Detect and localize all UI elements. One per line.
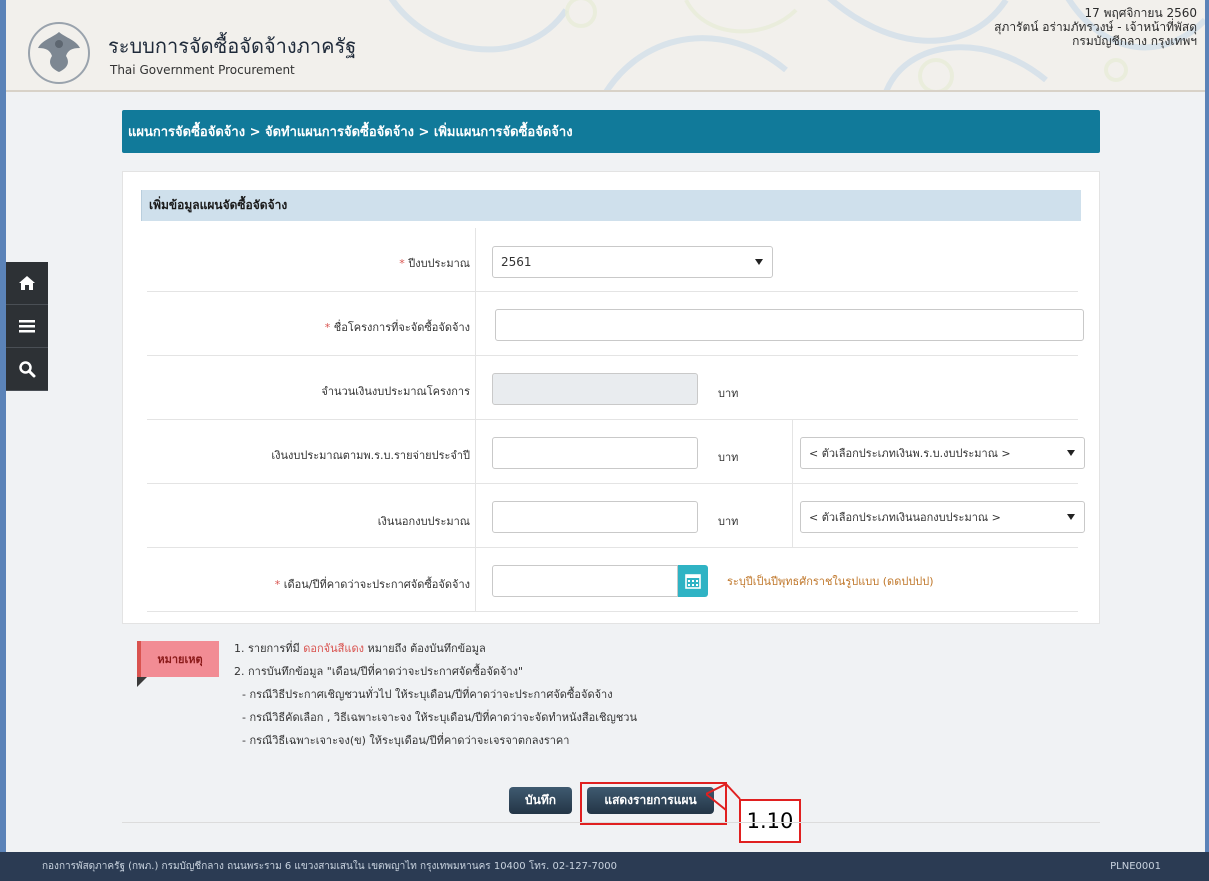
annual-budget-label: เงินงบประมาณตามพ.ร.บ.รายจ่ายประจำปี — [271, 449, 470, 462]
app-title-thai: ระบบการจัดซื้อจัดจ้างภาครัฐ — [108, 34, 357, 58]
search-icon — [19, 361, 36, 378]
annual-budget-input[interactable] — [492, 437, 698, 469]
annual-budget-unit-label: บาท — [718, 451, 739, 464]
announce-month-row: * เดือน/ปีที่คาดว่าจะประกาศจัดซื้อจัดจ้า… — [147, 548, 1078, 612]
header: ระบบการจัดซื้อจัดจ้างภาครัฐ Thai Governm… — [6, 0, 1205, 92]
project-budget-input[interactable] — [492, 373, 698, 405]
note-line-4: - กรณีวิธีคัดเลือก , วิธีเฉพาะเจาะจง ให้… — [242, 711, 637, 724]
window-frame-left — [0, 0, 6, 881]
app-title-english: Thai Government Procurement — [110, 63, 295, 77]
breadcrumb: แผนการจัดซื้อจัดจ้าง > จัดทำแผนการจัดซื้… — [122, 110, 1100, 153]
announce-month-input[interactable] — [492, 565, 678, 597]
window-frame-right — [1205, 0, 1209, 881]
fiscal-year-value: 2561 — [501, 255, 532, 269]
annotation-highlight-box — [580, 782, 727, 825]
notes-list: 1. รายการที่มี ดอกจันสีแดง หมายถึง ต้องบ… — [234, 640, 637, 755]
chevron-down-icon — [755, 259, 763, 265]
note-line-5: - กรณีวิธีเฉพาะเจาะจง(ข) ให้ระบุเดือน/ปี… — [242, 734, 570, 747]
menu-button[interactable] — [6, 305, 48, 348]
save-button[interactable]: บันทึก — [509, 787, 572, 814]
annual-budget-type-value: < ตัวเลือกประเภทเงินพ.ร.บ.งบประมาณ > — [809, 447, 1011, 460]
announce-month-label: * เดือน/ปีที่คาดว่าจะประกาศจัดซื้อจัดจ้า… — [274, 578, 470, 591]
home-button[interactable] — [6, 262, 48, 305]
project-budget-row: จำนวนเงินงบประมาณโครงการ บาท — [147, 356, 1078, 420]
chevron-down-icon — [1067, 450, 1075, 456]
form-title: เพิ่มข้อมูลแผนจัดซื้อจัดจ้าง — [141, 190, 1081, 221]
garuda-logo-icon — [28, 22, 90, 84]
search-button[interactable] — [6, 348, 48, 391]
project-budget-label: จำนวนเงินงบประมาณโครงการ — [321, 385, 470, 398]
project-name-row: * ชื่อโครงการที่จะจัดซื้อจัดจ้าง — [147, 292, 1084, 356]
offbudget-label: เงินนอกงบประมาณ — [377, 515, 470, 528]
note-tag: หมายเหตุ — [137, 641, 219, 677]
project-name-label: * ชื่อโครงการที่จะจัดซื้อจัดจ้าง — [324, 321, 470, 334]
project-name-input[interactable] — [495, 309, 1084, 341]
calendar-icon — [685, 574, 701, 589]
page-code: PLNE0001 — [1110, 861, 1161, 872]
annual-budget-row: เงินงบประมาณตามพ.ร.บ.รายจ่ายประจำปี บาท … — [147, 420, 1085, 484]
footer: กองการพัสดุภาครัฐ (กพภ.) กรมบัญชีกลาง ถน… — [0, 852, 1209, 881]
home-icon — [19, 276, 35, 290]
card-divider — [122, 822, 1100, 823]
side-toolbar — [6, 262, 48, 391]
user-name: สุภารัตน์ อร่ามภัทรวงษ์ - เจ้าหน้าที่พัส… — [994, 20, 1197, 34]
fiscal-year-label: * ปีงบประมาณ — [399, 257, 470, 270]
chevron-down-icon — [1067, 514, 1075, 520]
offbudget-type-value: < ตัวเลือกประเภทเงินนอกงบประมาณ > — [809, 511, 1001, 524]
menu-icon — [19, 320, 35, 333]
fiscal-year-row: * ปีงบประมาณ 2561 — [147, 228, 1078, 292]
footer-address: กองการพัสดุภาครัฐ (กพภ.) กรมบัญชีกลาง ถน… — [42, 861, 617, 872]
note-tag-tail — [137, 677, 147, 687]
note-line-3: - กรณีวิธีประกาศเชิญชวนทั่วไป ให้ระบุเดื… — [242, 688, 613, 701]
user-org: กรมบัญชีกลาง กรุงเทพฯ — [1072, 34, 1197, 48]
step-annotation-label: 1.10 — [739, 799, 801, 843]
note-line-1: 1. รายการที่มี ดอกจันสีแดง หมายถึง ต้องบ… — [234, 642, 486, 655]
annual-budget-type-select[interactable]: < ตัวเลือกประเภทเงินพ.ร.บ.งบประมาณ > — [800, 437, 1085, 469]
offbudget-row: เงินนอกงบประมาณ บาท < ตัวเลือกประเภทเงิน… — [147, 484, 1085, 548]
note-line-2: 2. การบันทึกข้อมูล "เดือน/ปีที่คาดว่าจะป… — [234, 665, 524, 678]
calendar-button[interactable] — [678, 565, 708, 597]
date-format-hint: ระบุปีเป็นปีพุทธศักราชในรูปแบบ (ดดปปปป) — [727, 575, 934, 588]
user-info: 17 พฤศจิกายน 2560 สุภารัตน์ อร่ามภัทรวงษ… — [994, 6, 1197, 48]
fiscal-year-select[interactable]: 2561 — [492, 246, 773, 278]
current-date: 17 พฤศจิกายน 2560 — [1084, 6, 1198, 20]
offbudget-unit-label: บาท — [718, 515, 739, 528]
offbudget-input[interactable] — [492, 501, 698, 533]
offbudget-type-select[interactable]: < ตัวเลือกประเภทเงินนอกงบประมาณ > — [800, 501, 1085, 533]
budget-unit-label: บาท — [718, 387, 739, 400]
form-card: เพิ่มข้อมูลแผนจัดซื้อจัดจ้าง * ปีงบประมา… — [122, 171, 1100, 624]
